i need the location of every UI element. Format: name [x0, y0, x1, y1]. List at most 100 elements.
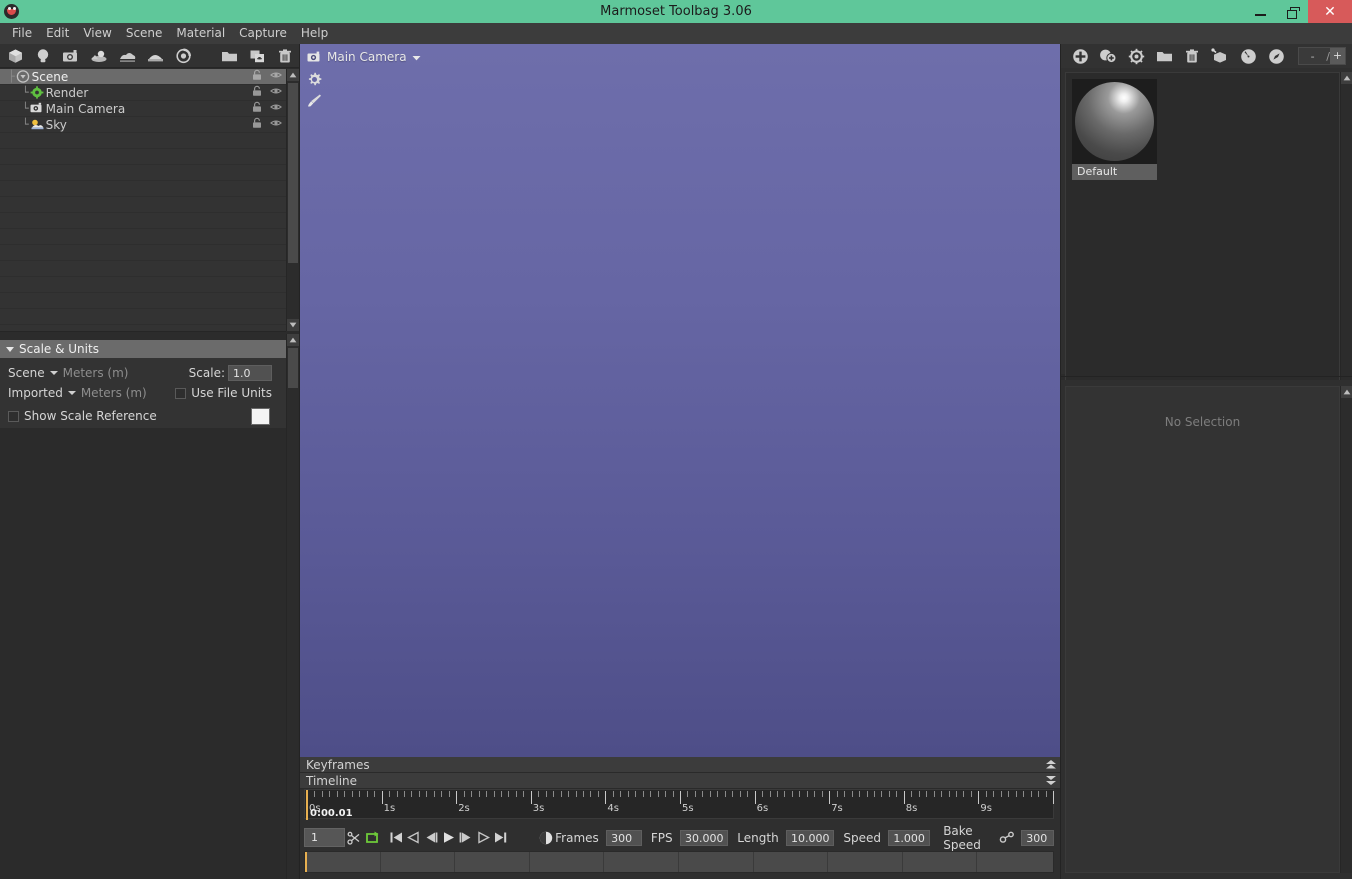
add-turntable-icon[interactable] — [88, 46, 110, 66]
outliner-row[interactable]: └Sky — [0, 117, 286, 133]
stepper-plus-button[interactable]: + — [1330, 48, 1345, 64]
scene-units-label[interactable]: Scene — [8, 366, 45, 380]
skip-to-start-button[interactable] — [389, 828, 404, 848]
right-panel-hdivider[interactable] — [1061, 376, 1352, 377]
outliner-empty-row[interactable]: . — [0, 133, 286, 149]
eye-icon[interactable] — [270, 85, 282, 101]
current-frame-input[interactable]: 1 — [304, 828, 345, 847]
keyframes-collapse-button[interactable] — [1044, 757, 1058, 773]
chevron-down-icon[interactable] — [50, 371, 58, 375]
material-grid[interactable]: Default — [1065, 72, 1340, 412]
material-navigate-icon[interactable] — [1262, 45, 1290, 67]
scale-reference-color-swatch[interactable] — [251, 408, 270, 425]
material-settings-icon[interactable] — [1122, 45, 1150, 67]
outliner-empty-row[interactable]: . — [0, 149, 286, 165]
add-material-icon[interactable] — [1066, 45, 1094, 67]
duplicate-material-icon[interactable] — [1094, 45, 1122, 67]
close-button[interactable]: ✕ — [1308, 0, 1352, 23]
add-camera-icon[interactable] — [60, 46, 82, 66]
outliner-empty-row[interactable]: . — [0, 213, 286, 229]
maximize-button[interactable] — [1276, 0, 1308, 23]
link-icon[interactable] — [999, 828, 1015, 848]
assign-material-icon[interactable] — [1206, 45, 1234, 67]
fps-input[interactable]: 30.000 — [680, 830, 728, 846]
menu-scene[interactable]: Scene — [119, 23, 170, 44]
show-scale-reference-checkbox[interactable] — [8, 411, 19, 422]
scissors-icon[interactable] — [347, 828, 363, 848]
keyframes-bar[interactable]: Keyframes — [300, 757, 1060, 773]
menu-view[interactable]: View — [76, 23, 118, 44]
add-mesh-icon[interactable] — [4, 46, 26, 66]
outliner-scroll-up-button[interactable] — [287, 69, 299, 81]
outliner-row[interactable]: ├Scene — [0, 69, 286, 85]
outliner-empty-row[interactable]: . — [0, 261, 286, 277]
keytrack-playhead[interactable] — [305, 852, 307, 872]
outliner-empty-row[interactable]: . — [0, 245, 286, 261]
viewport-paint-brush-icon[interactable] — [306, 92, 322, 108]
timeline-ruler[interactable]: 0s1s2s3s4s5s6s7s8s9s0:00.01 — [304, 789, 1054, 819]
chevron-down-icon[interactable] — [412, 50, 421, 64]
material-item[interactable]: Default — [1072, 79, 1157, 180]
open-folder-icon[interactable] — [218, 46, 240, 66]
eye-icon[interactable] — [270, 117, 282, 133]
use-file-units-checkbox[interactable] — [175, 388, 186, 399]
material-scrollbar[interactable] — [1340, 72, 1352, 412]
add-light-icon[interactable] — [32, 46, 54, 66]
lock-icon[interactable] — [251, 101, 263, 117]
outliner-row[interactable]: └Render — [0, 85, 286, 101]
eye-icon[interactable] — [270, 69, 282, 85]
menu-file[interactable]: File — [5, 23, 39, 44]
length-input[interactable]: 10.000 — [786, 830, 834, 846]
timeline-playhead[interactable] — [306, 790, 308, 820]
loop-icon[interactable] — [365, 828, 381, 848]
imported-units-label[interactable]: Imported — [8, 386, 63, 400]
keyframe-track[interactable] — [304, 851, 1054, 873]
menu-edit[interactable]: Edit — [39, 23, 76, 44]
minimize-button[interactable] — [1244, 0, 1276, 23]
add-skylight-icon[interactable] — [172, 46, 194, 66]
material-preview-icon[interactable] — [1234, 45, 1262, 67]
outliner-empty-row[interactable]: . — [0, 293, 286, 309]
delete-icon[interactable] — [274, 46, 296, 66]
viewport-3d[interactable]: Main Camera — [300, 44, 1060, 757]
outliner-scrollbar[interactable] — [286, 69, 298, 331]
play-button[interactable] — [441, 828, 456, 848]
scale-units-header[interactable]: Scale & Units — [0, 340, 286, 358]
skip-to-end-button[interactable] — [493, 828, 508, 848]
left-panel-divider[interactable] — [299, 44, 300, 879]
properties-scroll-up-button[interactable] — [1341, 386, 1352, 398]
left-scroll-thumb[interactable] — [288, 348, 298, 388]
lock-icon[interactable] — [251, 117, 263, 133]
material-folder-icon[interactable] — [1150, 45, 1178, 67]
material-scroll-up-button[interactable] — [1341, 72, 1352, 84]
properties-scrollbar[interactable] — [1340, 386, 1352, 873]
left-scroll-up-button[interactable] — [287, 334, 299, 346]
viewport-settings-gear-icon[interactable] — [306, 71, 322, 87]
menu-capture[interactable]: Capture — [232, 23, 294, 44]
play-reverse-button[interactable] — [406, 828, 421, 848]
bake-speed-button[interactable]: Bake Speed — [943, 824, 990, 852]
duplicate-icon[interactable] — [246, 46, 268, 66]
outliner-empty-row[interactable]: . — [0, 277, 286, 293]
material-index-stepper[interactable]: - / + — [1298, 47, 1346, 65]
lock-icon[interactable] — [251, 85, 263, 101]
add-fog-icon[interactable] — [116, 46, 138, 66]
timeline-bar[interactable]: Timeline — [300, 773, 1060, 789]
viewport-camera-selector[interactable]: Main Camera — [306, 49, 421, 65]
material-thumbnail[interactable] — [1072, 79, 1157, 164]
outliner-empty-row[interactable]: . — [0, 309, 286, 325]
scale-input[interactable]: 1.0 — [228, 365, 272, 381]
menu-material[interactable]: Material — [169, 23, 232, 44]
step-forward-button[interactable] — [458, 828, 473, 848]
step-back-button[interactable] — [424, 828, 439, 848]
bake-speed-input[interactable]: 300 — [1021, 830, 1054, 846]
frames-input[interactable]: 300 — [606, 830, 641, 846]
outliner-empty-row[interactable]: . — [0, 181, 286, 197]
outliner-row[interactable]: └Main Camera — [0, 101, 286, 117]
timeline-collapse-button[interactable] — [1044, 773, 1058, 789]
right-panel-divider[interactable] — [1060, 44, 1061, 879]
lock-icon[interactable] — [251, 69, 263, 85]
scene-outliner[interactable]: ├Scene└Render└Main Camera└Sky...........… — [0, 69, 286, 331]
chevron-down-icon[interactable] — [68, 391, 76, 395]
outliner-empty-row[interactable]: . — [0, 197, 286, 213]
